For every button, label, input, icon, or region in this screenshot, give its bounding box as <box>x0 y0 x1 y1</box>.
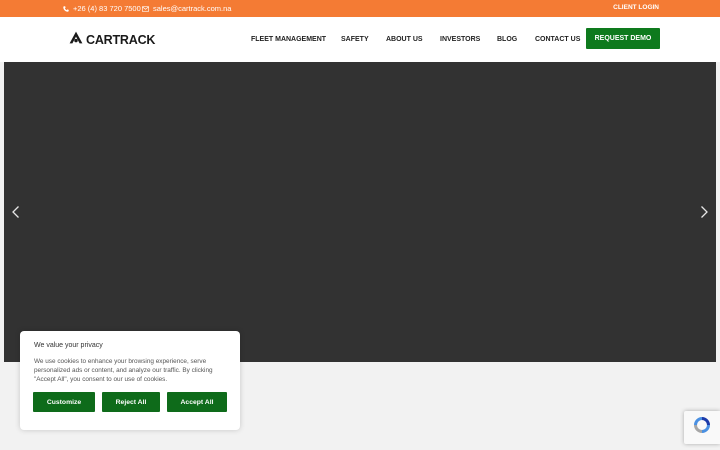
nav-safety[interactable]: SAFETY <box>341 17 369 62</box>
nav-about-us[interactable]: ABOUT US <box>386 17 423 62</box>
slider-next-button[interactable] <box>698 205 710 219</box>
accept-all-button[interactable]: Accept All <box>167 392 227 412</box>
cookie-consent-banner: We value your privacy We use cookies to … <box>20 331 240 430</box>
email-link[interactable]: sales@cartrack.com.na <box>142 4 231 13</box>
chevron-left-icon <box>10 206 22 223</box>
cartrack-logo-icon <box>69 31 83 49</box>
logo[interactable]: CARTRACK <box>69 31 155 49</box>
chevron-right-icon <box>698 206 710 223</box>
cookie-title: We value your privacy <box>34 342 103 349</box>
mail-icon <box>142 5 149 12</box>
cookie-description: We use cookies to enhance your browsing … <box>34 358 213 383</box>
phone-icon <box>63 5 69 12</box>
nav-fleet-management[interactable]: FLEET MANAGEMENT <box>251 17 326 62</box>
request-demo-button[interactable]: REQUEST DEMO <box>586 28 660 49</box>
top-bar: +26 (4) 83 720 7500 sales@cartrack.com.n… <box>0 0 720 17</box>
logo-text: CARTRACK <box>86 33 156 47</box>
nav-blog[interactable]: BLOG <box>497 17 517 62</box>
email-address: sales@cartrack.com.na <box>153 4 232 13</box>
recaptcha-icon <box>692 415 712 440</box>
client-login-link[interactable]: CLIENT LOGIN <box>613 4 659 11</box>
main-header: CARTRACK FLEET MANAGEMENT SAFETY ABOUT U… <box>0 17 720 62</box>
nav-investors[interactable]: INVESTORS <box>440 17 480 62</box>
customize-button[interactable]: Customize <box>33 392 95 412</box>
reject-all-button[interactable]: Reject All <box>102 392 160 412</box>
slider-prev-button[interactable] <box>10 205 22 219</box>
recaptcha-badge[interactable] <box>684 411 720 444</box>
nav-contact-us[interactable]: CONTACT US <box>535 17 580 62</box>
hero-slider <box>4 62 716 362</box>
phone-number: +26 (4) 83 720 7500 <box>73 4 141 13</box>
phone-link[interactable]: +26 (4) 83 720 7500 <box>63 4 141 13</box>
